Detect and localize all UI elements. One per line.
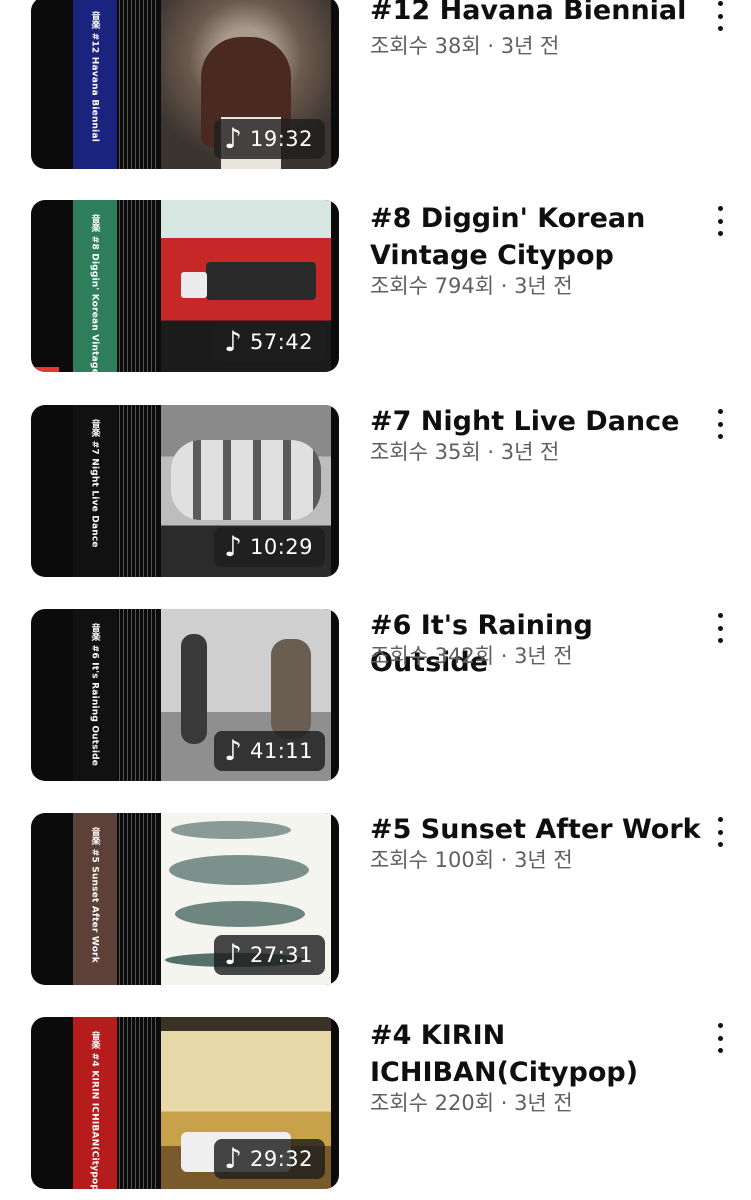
- tracklist-text: [119, 200, 159, 372]
- video-item-night-live-dance[interactable]: 音楽 #7 Night Live Dance ♪ 10:29 #7 Night …: [0, 405, 751, 577]
- duration-label: 29:32: [249, 1147, 313, 1171]
- person-shape: [271, 639, 311, 739]
- video-meta: 조회수 342회 · 3년 전: [370, 644, 573, 668]
- tracklist-text: [119, 609, 159, 781]
- video-item-havana[interactable]: 音楽 #12 Havana Biennial ♪ 19:32 #12 Havan…: [0, 0, 751, 169]
- video-thumbnail[interactable]: 音楽 #4 KIRIN ICHIBAN(Citypop) ♪ 29:32: [31, 1017, 339, 1189]
- video-thumbnail[interactable]: 音楽 #7 Night Live Dance ♪ 10:29: [31, 405, 339, 577]
- spine-label: 音楽 #7 Night Live Dance: [89, 419, 100, 548]
- video-meta: 조회수 794회 · 3년 전: [370, 274, 573, 298]
- more-vertical-icon[interactable]: [708, 1, 732, 31]
- music-note-icon: ♪: [224, 122, 242, 155]
- video-title[interactable]: #4 KIRIN ICHIBAN(Citypop): [370, 1017, 710, 1091]
- tracklist-text: [119, 0, 159, 169]
- duration-badge: ♪ 27:31: [214, 935, 325, 975]
- headlight-shape: [181, 272, 207, 298]
- more-vertical-icon[interactable]: [708, 613, 732, 643]
- video-thumbnail[interactable]: 音楽 #12 Havana Biennial ♪ 19:32: [31, 0, 339, 169]
- more-vertical-icon[interactable]: [708, 206, 732, 236]
- fish-shape: [171, 821, 291, 839]
- music-note-icon: ♪: [224, 938, 242, 971]
- duration-badge: ♪ 29:32: [214, 1139, 325, 1179]
- watch-progress-bar: [31, 367, 59, 372]
- duration-label: 19:32: [249, 127, 313, 151]
- video-thumbnail[interactable]: 音楽 #5 Sunset After Work ♪ 27:31: [31, 813, 339, 985]
- spine-label: 音楽 #6 It's Raining Outside: [89, 623, 100, 767]
- video-meta: 조회수 38회 · 3년 전: [370, 34, 560, 58]
- duration-badge: ♪ 10:29: [214, 527, 325, 567]
- video-title[interactable]: #7 Night Live Dance: [370, 403, 710, 440]
- video-meta: 조회수 35회 · 3년 전: [370, 440, 560, 464]
- video-meta: 조회수 220회 · 3년 전: [370, 1091, 573, 1115]
- music-note-icon: ♪: [224, 530, 242, 563]
- video-item-sunset-after-work[interactable]: 音楽 #5 Sunset After Work ♪ 27:31 #5 Sunse…: [0, 813, 751, 985]
- video-thumbnail[interactable]: 音楽 #6 It's Raining Outside ♪ 41:11: [31, 609, 339, 781]
- fish-shape: [175, 901, 305, 927]
- people-group-shape: [171, 440, 321, 520]
- video-meta: 조회수 100회 · 3년 전: [370, 848, 573, 872]
- duration-label: 41:11: [249, 739, 313, 763]
- album-spine: 音楽 #12 Havana Biennial: [73, 0, 117, 169]
- more-vertical-icon[interactable]: [708, 817, 732, 847]
- duration-label: 57:42: [249, 330, 313, 354]
- tracklist-text: [119, 813, 159, 985]
- video-thumbnail[interactable]: 音楽 #8 Diggin' Korean Vintage Citypop ♪ 5…: [31, 200, 339, 372]
- spine-label: 音楽 #8 Diggin' Korean Vintage Citypop: [89, 214, 100, 372]
- video-title[interactable]: #8 Diggin' Korean Vintage Citypop: [370, 200, 710, 274]
- music-note-icon: ♪: [224, 1142, 242, 1175]
- music-note-icon: ♪: [224, 734, 242, 767]
- album-spine: 音楽 #5 Sunset After Work: [73, 813, 117, 985]
- car-grille-shape: [206, 262, 316, 300]
- spine-label: 音楽 #12 Havana Biennial: [89, 11, 100, 142]
- duration-label: 27:31: [249, 943, 313, 967]
- video-title[interactable]: #12 Havana Biennial: [370, 0, 710, 29]
- more-vertical-icon[interactable]: [708, 1023, 732, 1053]
- spine-label: 音楽 #4 KIRIN ICHIBAN(Citypop): [89, 1031, 100, 1189]
- more-vertical-icon[interactable]: [708, 409, 732, 439]
- video-item-raining-outside[interactable]: 音楽 #6 It's Raining Outside ♪ 41:11 #6 It…: [0, 609, 751, 781]
- video-item-kirin-ichiban[interactable]: 音楽 #4 KIRIN ICHIBAN(Citypop) ♪ 29:32 #4 …: [0, 1017, 751, 1189]
- spine-label: 音楽 #5 Sunset After Work: [89, 827, 100, 963]
- duration-badge: ♪ 19:32: [214, 119, 325, 159]
- person-shape: [181, 634, 207, 744]
- tracklist-text: [119, 405, 159, 577]
- duration-label: 10:29: [249, 535, 313, 559]
- album-spine: 音楽 #8 Diggin' Korean Vintage Citypop: [73, 200, 117, 372]
- album-spine: 音楽 #4 KIRIN ICHIBAN(Citypop): [73, 1017, 117, 1189]
- video-title[interactable]: #5 Sunset After Work: [370, 811, 710, 848]
- duration-badge: ♪ 57:42: [214, 322, 325, 362]
- video-item-korean-citypop[interactable]: 音楽 #8 Diggin' Korean Vintage Citypop ♪ 5…: [0, 200, 751, 372]
- fish-shape: [169, 855, 309, 885]
- duration-badge: ♪ 41:11: [214, 731, 325, 771]
- album-spine: 音楽 #7 Night Live Dance: [73, 405, 117, 577]
- music-note-icon: ♪: [224, 325, 242, 358]
- tracklist-text: [119, 1017, 159, 1189]
- album-spine: 音楽 #6 It's Raining Outside: [73, 609, 117, 781]
